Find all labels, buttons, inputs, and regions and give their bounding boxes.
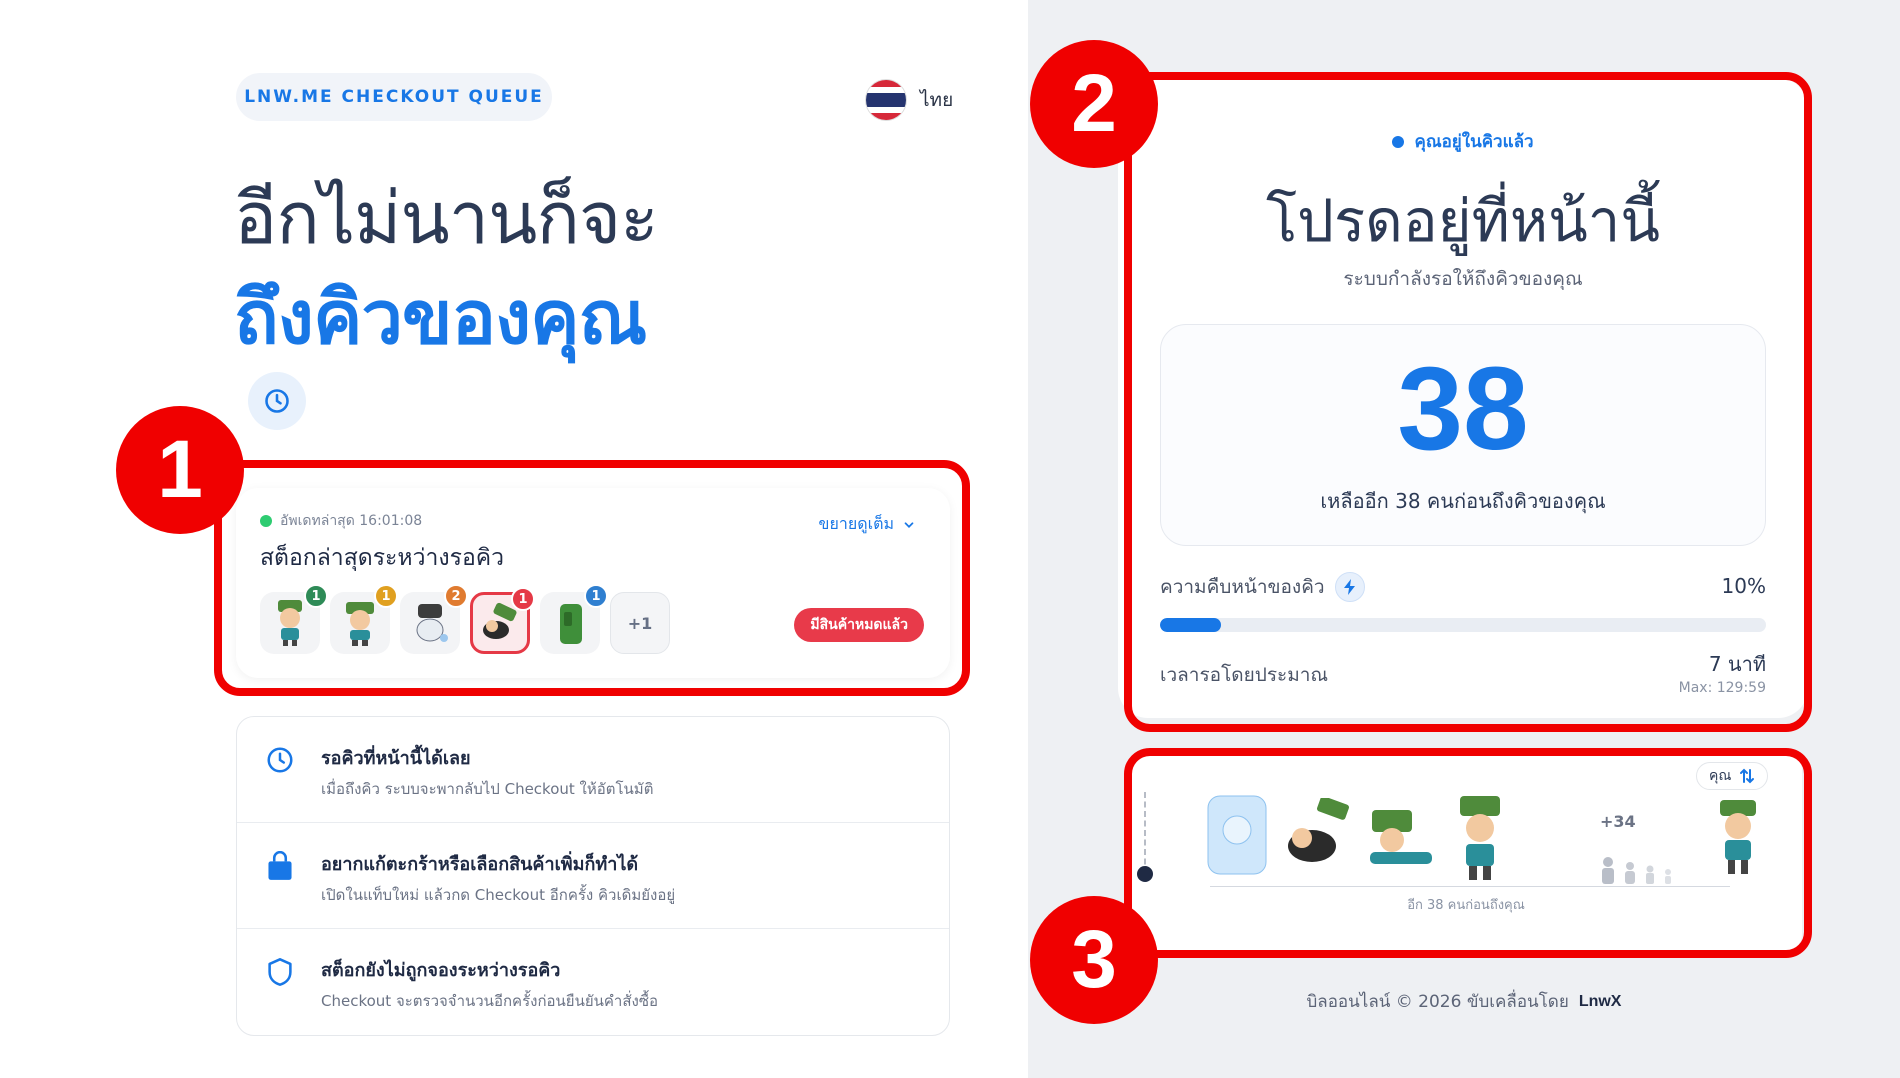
thai-flag-icon bbox=[866, 80, 906, 120]
info-row: รอคิวที่หน้านี้ได้เลย เมื่อถึงคิว ระบบจะ… bbox=[237, 717, 949, 823]
info-subtitle: เปิดในแท็บใหม่ แล้วกด Checkout อีกครั้ง … bbox=[321, 886, 676, 904]
info-title: รอคิวที่หน้านี้ได้เลย bbox=[321, 748, 471, 769]
callout-number-2: 2 bbox=[1030, 40, 1158, 168]
callout-number-1: 1 bbox=[116, 406, 244, 534]
headline-line2: ถึงคิวของคุณ bbox=[234, 275, 647, 361]
info-title: สต็อกยังไม่ถูกจองระหว่างรอคิว bbox=[321, 960, 561, 981]
language-switcher[interactable]: ไทย bbox=[866, 80, 953, 120]
shield-icon bbox=[265, 957, 295, 987]
info-list: รอคิวที่หน้านี้ได้เลย เมื่อถึงคิว ระบบจะ… bbox=[236, 716, 950, 1036]
clock-icon bbox=[265, 745, 295, 775]
footer: บิลออนไลน์ © 2026 ขับเคลื่อนโดย LnwX bbox=[1028, 988, 1900, 1015]
language-label: ไทย bbox=[920, 89, 954, 111]
info-title: อยากแก้ตะกร้าหรือเลือกสินค้าเพิ่มก็ทำได้ bbox=[321, 854, 639, 875]
clock-icon bbox=[248, 372, 306, 430]
callout-box-2 bbox=[1124, 72, 1812, 732]
info-subtitle: เมื่อถึงคิว ระบบจะพากลับไป Checkout ให้อ… bbox=[321, 780, 654, 798]
bag-icon bbox=[265, 851, 295, 881]
brand-pill: LNW.ME CHECKOUT QUEUE bbox=[236, 73, 552, 121]
lnwx-logo: LnwX bbox=[1578, 992, 1622, 1010]
info-row: สต็อกยังไม่ถูกจองระหว่างรอคิว Checkout จ… bbox=[237, 929, 949, 1035]
callout-box-3 bbox=[1124, 748, 1812, 958]
info-subtitle: Checkout จะตรวจจำนวนอีกครั้งก่อนยืนยันคำ… bbox=[321, 992, 659, 1010]
callout-box-1 bbox=[214, 460, 970, 696]
info-row: อยากแก้ตะกร้าหรือเลือกสินค้าเพิ่มก็ทำได้… bbox=[237, 823, 949, 929]
footer-text: บิลออนไลน์ © 2026 ขับเคลื่อนโดย bbox=[1306, 992, 1569, 1012]
